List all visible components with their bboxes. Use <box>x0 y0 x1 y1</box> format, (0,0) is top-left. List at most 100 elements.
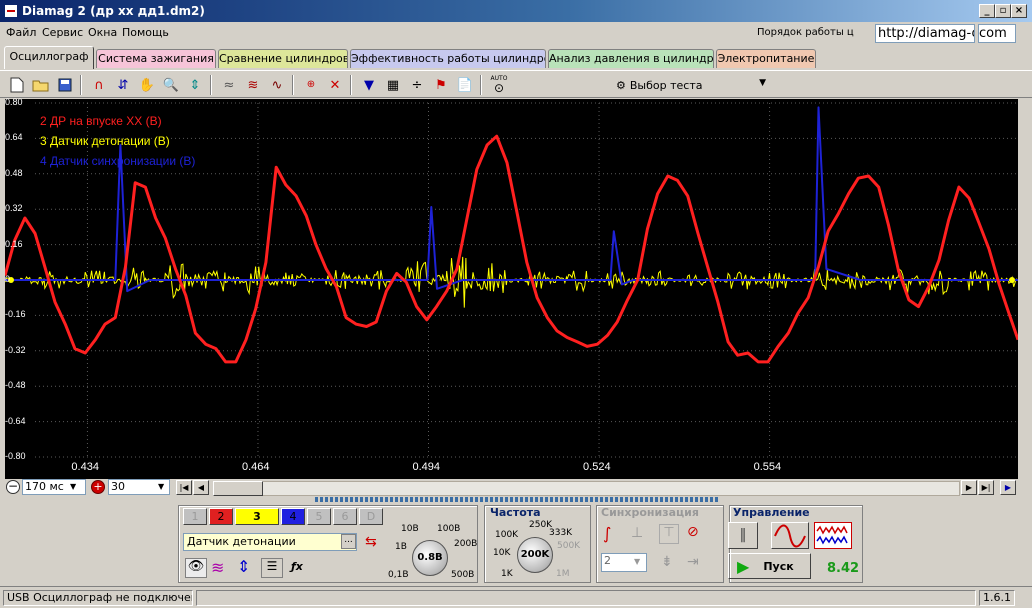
timebase-input[interactable]: 170 мс <box>22 479 86 495</box>
tab-label: Система зажигания <box>98 52 214 65</box>
site-url-box-extra[interactable]: com <box>978 24 1016 43</box>
scroll-left-button[interactable]: ◀ <box>193 480 209 495</box>
split-icon[interactable]: ÷ <box>406 74 428 96</box>
save-icon[interactable] <box>54 74 76 96</box>
open-folder-icon[interactable] <box>30 74 52 96</box>
tab-cylinder-efficiency[interactable]: Эффективность работы цилиндров <box>350 49 546 68</box>
zero-offset-icon[interactable]: ✕ <box>324 74 346 96</box>
time-scrollbar[interactable] <box>213 481 960 496</box>
channel-export-icon[interactable]: ⇆ <box>365 534 377 550</box>
site-url-box[interactable]: http://diamag-osc.com <box>875 24 975 43</box>
scroll-last-button[interactable]: ▶| <box>978 480 994 495</box>
chevron-down-icon[interactable]: ▼ <box>634 557 640 566</box>
single-wave-button[interactable] <box>771 522 809 549</box>
hlines-icon[interactable]: ☰ <box>261 558 283 578</box>
hand-pan-icon[interactable]: ✋ <box>136 74 158 96</box>
legend-series-4: 4 Датчик синхронизации (В) <box>40 154 196 168</box>
frequency-value: 200K <box>520 549 550 560</box>
continuous-wave-button[interactable] <box>814 522 852 549</box>
scroll-right-button[interactable]: ▶ <box>961 480 977 495</box>
scroll-first-button[interactable]: |◀ <box>176 480 192 495</box>
document-icon[interactable]: 📄 <box>454 74 476 96</box>
sync-position-icon[interactable]: ⇥ <box>687 554 699 570</box>
y-tick-label: -0.48 <box>5 380 26 391</box>
auto-trigger-icon[interactable]: AUTO ⊙ <box>488 74 510 96</box>
y-tick-label: 0.64 <box>5 132 23 143</box>
channel-2-button[interactable]: 2 <box>209 508 233 525</box>
sync-edge-down-icon[interactable]: ⊤ <box>659 524 679 544</box>
sync-rising-icon[interactable]: ∫ <box>603 524 611 543</box>
marker-icon[interactable]: ⇵ <box>112 74 134 96</box>
vertical-move-icon[interactable]: ⇕ <box>237 557 250 576</box>
y-tick-label: -0.80 <box>5 451 26 461</box>
scale-label-01v: 0,1В <box>388 570 409 580</box>
channel-5-button[interactable]: 5 <box>307 508 331 525</box>
channel-6-button[interactable]: 6 <box>333 508 357 525</box>
control-counter: 8.42 <box>827 561 860 576</box>
fit-view-icon[interactable]: ⇕ <box>184 74 206 96</box>
y-tick-label: 0.16 <box>5 238 23 249</box>
channel-4-button[interactable]: 4 <box>281 508 305 525</box>
scale-label-200v: 200В <box>454 539 478 549</box>
scale-label-100v: 100В <box>437 524 461 534</box>
chevron-down-icon: ▼ <box>759 78 766 88</box>
channel-d-button[interactable]: D <box>359 508 383 525</box>
pause-button[interactable]: ‖ <box>728 522 758 549</box>
wave-invert-icon[interactable]: ≋ <box>211 558 224 577</box>
work-order-link[interactable]: Порядок работы ц <box>757 27 854 38</box>
toolbar-separator <box>292 75 294 95</box>
menu-help[interactable]: Помощь <box>122 26 169 39</box>
tab-pressure-analysis[interactable]: Анализ давления в цилиндре <box>548 49 714 68</box>
zoom-icon[interactable]: 🔍 <box>160 74 182 96</box>
tab-label: Осциллограф <box>9 50 89 63</box>
channel-3-button[interactable]: 3 <box>235 508 279 525</box>
tab-power-supply[interactable]: Электропитание <box>716 49 816 68</box>
menu-service[interactable]: Сервис <box>42 26 83 39</box>
toolbar-separator <box>480 75 482 95</box>
tab-ignition[interactable]: Система зажигания <box>96 49 216 68</box>
signal-filter-icon[interactable]: ≈ <box>218 74 240 96</box>
flag-marker-icon[interactable]: ⚑ <box>430 74 452 96</box>
timebase-minus-icon[interactable]: − <box>6 480 20 494</box>
channel-browse-button[interactable]: ... <box>341 534 356 549</box>
tab-label: Электропитание <box>717 52 815 65</box>
function-icon[interactable]: ƒx <box>291 560 303 573</box>
chevron-down-icon[interactable]: ▼ <box>70 482 76 491</box>
scrollbar-thumb[interactable] <box>213 481 263 496</box>
x-tick-label: 0.464 <box>241 461 270 473</box>
y-tick-label: 0.80 <box>5 97 23 107</box>
scale-label-500v: 500В <box>451 570 475 580</box>
title-bar: Diamag 2 (др хх дд1.dm2) <box>0 0 1032 22</box>
x-tick-label: 0.524 <box>583 461 611 473</box>
minimize-button[interactable]: _ <box>979 4 995 18</box>
tab-cylinder-compare[interactable]: Сравнение цилиндров <box>218 49 348 68</box>
grid-table-icon[interactable]: ▦ <box>382 74 404 96</box>
start-button[interactable]: ▶ Пуск <box>728 553 811 579</box>
x-tick-label: 0.494 <box>412 461 441 473</box>
sync-off-icon[interactable]: ⊘ <box>687 524 699 540</box>
auto-scale-icon[interactable]: ⊕ <box>300 74 322 96</box>
play-icon: ▶ <box>737 556 750 576</box>
new-file-icon[interactable] <box>6 74 28 96</box>
channel-1-button[interactable]: 1 <box>183 508 207 525</box>
tab-oscilloscope[interactable]: Осциллограф <box>4 46 94 69</box>
channel-name-input[interactable]: Датчик детонации <box>183 533 357 551</box>
freq-label-1m: 1M <box>556 569 570 579</box>
sync-edge-up-icon[interactable]: ⊥ <box>631 525 643 541</box>
menu-windows[interactable]: Окна <box>88 26 117 39</box>
multi-wave-icon[interactable]: ≋ <box>242 74 264 96</box>
zoom-plus-icon[interactable]: + <box>91 480 105 494</box>
curve-mode-icon[interactable]: ∩ <box>88 74 110 96</box>
tab-label: Анализ давления в цилиндре <box>549 52 714 65</box>
sync-level-icon[interactable]: ⇟ <box>661 554 673 570</box>
close-button[interactable]: × <box>1011 4 1027 18</box>
maximize-button[interactable]: ▫ <box>995 4 1011 18</box>
app-icon <box>4 4 18 18</box>
chevron-down-icon[interactable]: ▼ <box>158 482 164 491</box>
eye-icon[interactable]: 👁 <box>185 558 207 578</box>
funnel-filter-icon[interactable]: ▼ <box>358 74 380 96</box>
overlay-wave-icon[interactable]: ∿ <box>266 74 288 96</box>
menu-file[interactable]: Файл <box>6 26 36 39</box>
test-select-dropdown[interactable]: ⚙ Выбор теста ▼ <box>612 74 772 96</box>
play-scroll-button[interactable]: ▶ <box>1000 480 1016 495</box>
